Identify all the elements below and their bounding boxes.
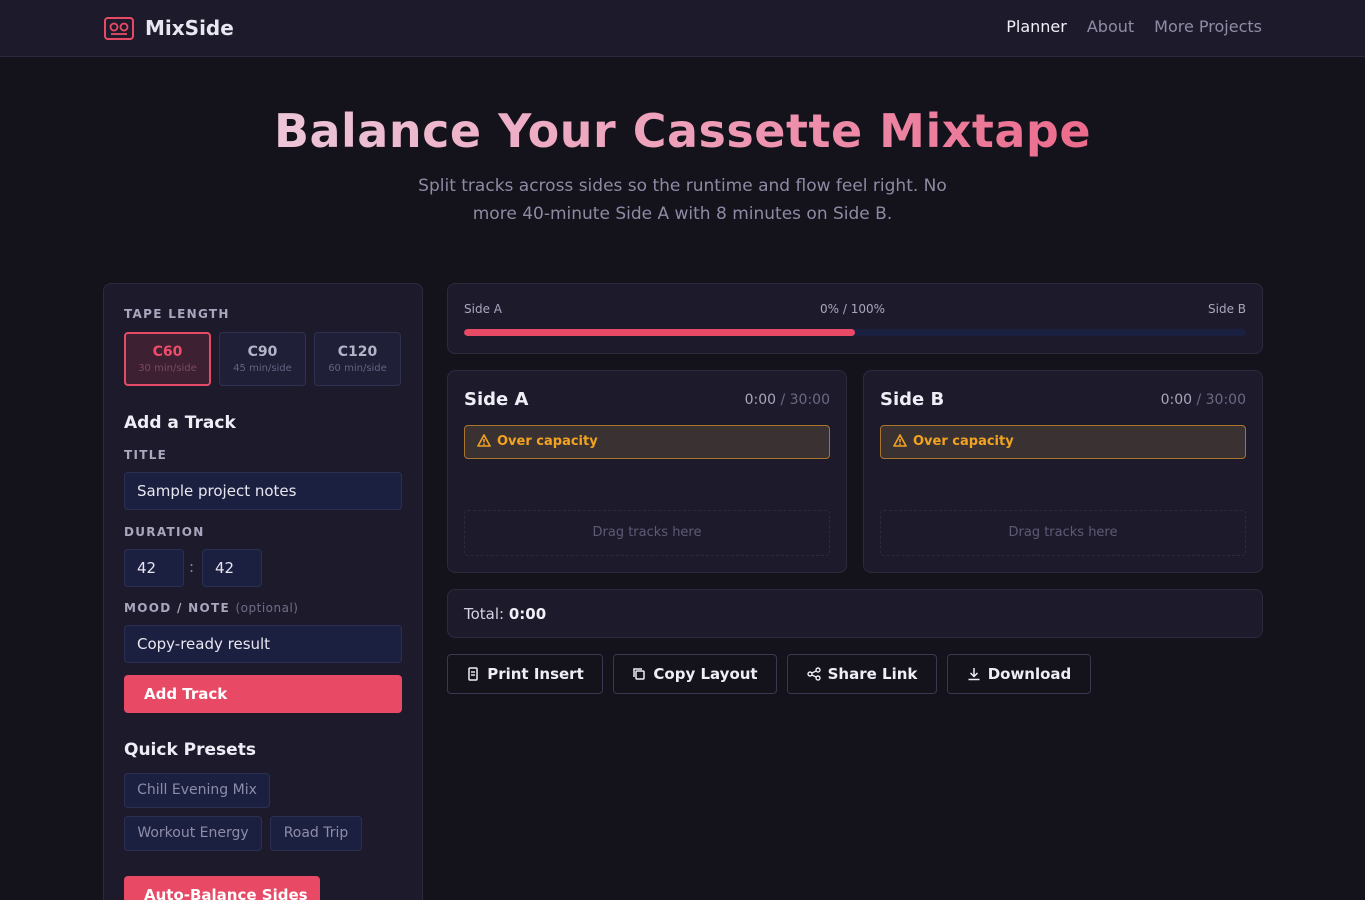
track-title-input[interactable]: Sample project notes bbox=[124, 472, 402, 510]
tape-option-c90[interactable]: C90 45 min/side bbox=[219, 332, 306, 386]
side-b-warning-text: Over capacity bbox=[913, 434, 1014, 449]
main-nav: Planner About More Projects bbox=[1006, 17, 1262, 36]
preset-road-trip[interactable]: Road Trip bbox=[270, 816, 362, 851]
brand-name: MixSide bbox=[145, 16, 234, 40]
tape-option-name: C120 bbox=[337, 344, 378, 360]
tape-length-label: TAPE LENGTH bbox=[124, 307, 230, 321]
warning-icon bbox=[893, 434, 907, 447]
side-a-panel: Side A 0:00 / 30:00 Over capacity Drag t… bbox=[447, 370, 847, 573]
side-a-warning-text: Over capacity bbox=[497, 434, 598, 449]
page-subtitle: Split tracks across sides so the runtime… bbox=[418, 176, 947, 224]
preset-chill-evening[interactable]: Chill Evening Mix bbox=[124, 773, 270, 808]
download-icon bbox=[968, 668, 980, 681]
print-insert-button[interactable]: Print Insert bbox=[447, 654, 603, 694]
download-button[interactable]: Download bbox=[947, 654, 1091, 694]
quick-presets-heading: Quick Presets bbox=[124, 740, 256, 760]
balance-track bbox=[464, 329, 1246, 336]
title-label: TITLE bbox=[124, 448, 168, 462]
copy-layout-label: Copy Layout bbox=[653, 665, 758, 683]
nav-more-projects[interactable]: More Projects bbox=[1154, 17, 1262, 36]
warning-icon bbox=[477, 434, 491, 447]
side-b-warning: Over capacity bbox=[880, 425, 1246, 459]
mood-optional-hint: (optional) bbox=[235, 601, 299, 615]
top-bar: MixSide Planner About More Projects bbox=[0, 0, 1365, 57]
track-editor-panel: TAPE LENGTH C60 30 min/side C90 45 min/s… bbox=[103, 283, 423, 900]
side-b-title: Side B bbox=[880, 389, 945, 410]
page-title-text: Balance Your Cassette Mixtape bbox=[273, 104, 1092, 158]
add-track-button[interactable]: Add Track bbox=[124, 675, 402, 713]
total-runtime: Total: 0:00 bbox=[464, 605, 546, 623]
balance-panel: Side A 0% / 100% Side B bbox=[447, 283, 1263, 354]
brand[interactable]: MixSide bbox=[104, 16, 234, 40]
nav-planner[interactable]: Planner bbox=[1006, 17, 1067, 36]
duration-label: DURATION bbox=[124, 525, 205, 539]
tape-option-sub: 30 min/side bbox=[138, 363, 197, 374]
balance-percent: 0% / 100% bbox=[820, 302, 886, 316]
mood-note-input[interactable]: Copy-ready result bbox=[124, 625, 402, 663]
tape-option-name: C90 bbox=[247, 344, 278, 360]
share-icon bbox=[806, 667, 821, 681]
tape-option-c60[interactable]: C60 30 min/side bbox=[124, 332, 211, 386]
side-b-panel: Side B 0:00 / 30:00 Over capacity Drag t… bbox=[863, 370, 1263, 573]
side-b-time: 0:00 bbox=[1160, 392, 1193, 408]
mood-label: MOOD / NOTE (optional) bbox=[124, 601, 298, 615]
total-value: 0:00 bbox=[508, 605, 547, 623]
tape-option-name: C60 bbox=[152, 344, 183, 360]
copy-layout-button[interactable]: Copy Layout bbox=[613, 654, 777, 694]
cassette-icon bbox=[104, 16, 134, 40]
preset-workout-energy[interactable]: Workout Energy bbox=[124, 816, 262, 851]
total-panel: Total: 0:00 bbox=[447, 589, 1263, 638]
share-link-label: Share Link bbox=[827, 665, 918, 683]
side-a-warning: Over capacity bbox=[464, 425, 830, 459]
duration-separator: : bbox=[189, 558, 195, 576]
side-a-max: / 30:00 bbox=[776, 392, 830, 408]
side-a-dropzone[interactable]: Drag tracks here bbox=[464, 510, 830, 556]
print-insert-label: Print Insert bbox=[487, 665, 584, 683]
balance-side-a-label: Side A bbox=[464, 302, 502, 316]
mood-label-text: MOOD / NOTE bbox=[124, 601, 230, 615]
balance-side-b-label: Side B bbox=[1208, 302, 1246, 316]
balance-fill bbox=[464, 329, 855, 336]
duration-seconds-input[interactable]: 42 bbox=[202, 549, 262, 587]
side-a-title: Side A bbox=[464, 389, 529, 410]
auto-balance-button[interactable]: Auto-Balance Sides bbox=[124, 876, 320, 900]
side-b-runtime: 0:00 / 30:00 bbox=[1161, 392, 1246, 408]
side-a-time: 0:00 bbox=[744, 392, 777, 408]
nav-about[interactable]: About bbox=[1087, 17, 1134, 36]
print-icon bbox=[468, 667, 478, 681]
tape-option-sub: 45 min/side bbox=[233, 363, 292, 374]
tape-option-c120[interactable]: C120 60 min/side bbox=[314, 332, 401, 386]
total-label: Total: bbox=[464, 605, 509, 623]
share-link-button[interactable]: Share Link bbox=[787, 654, 937, 694]
download-label: Download bbox=[987, 665, 1072, 683]
side-a-runtime: 0:00 / 30:00 bbox=[745, 392, 830, 408]
copy-icon bbox=[633, 668, 646, 680]
side-b-max: / 30:00 bbox=[1192, 392, 1246, 408]
duration-minutes-input[interactable]: 42 bbox=[124, 549, 184, 587]
side-b-dropzone[interactable]: Drag tracks here bbox=[880, 510, 1246, 556]
page-title: Balance Your Cassette Mixtape bbox=[0, 104, 1365, 158]
add-track-heading: Add a Track bbox=[124, 413, 236, 433]
tape-option-sub: 60 min/side bbox=[328, 363, 387, 374]
